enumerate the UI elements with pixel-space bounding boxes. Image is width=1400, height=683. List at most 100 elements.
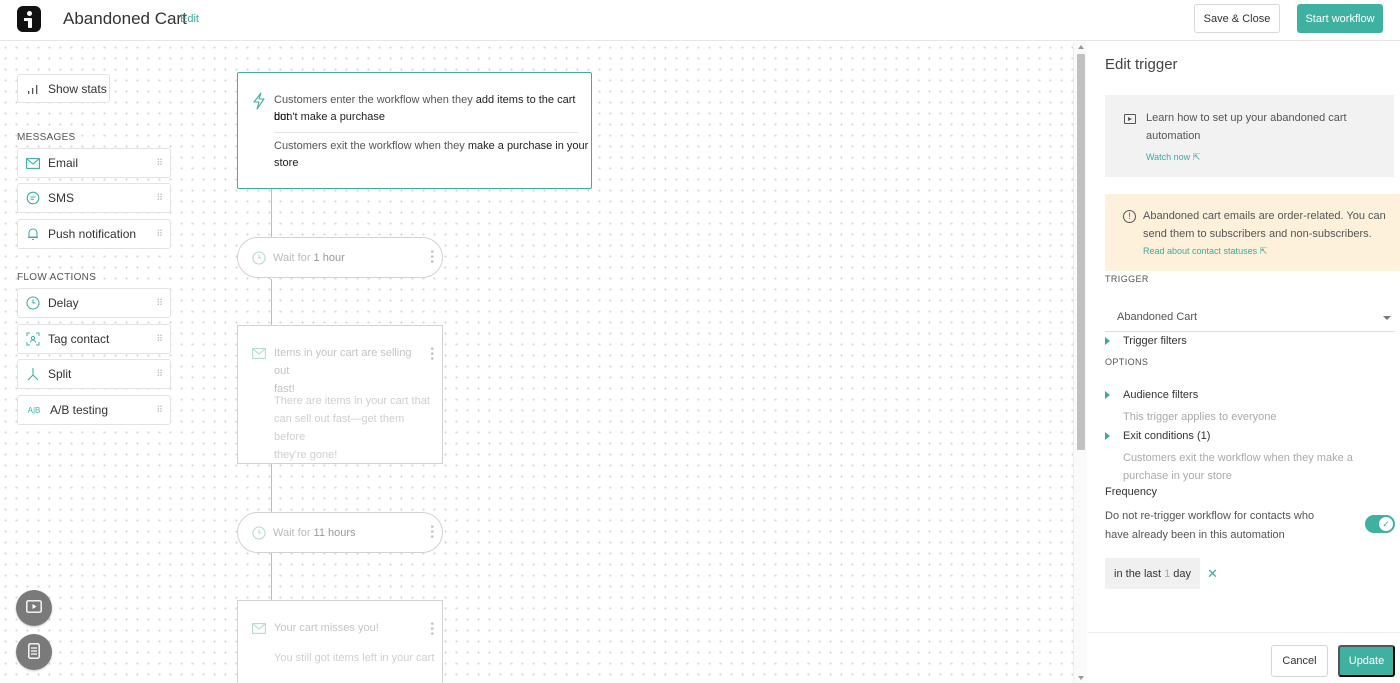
video-tutorial-button[interactable] <box>16 590 52 626</box>
trigger-select-value: Abandoned Cart <box>1117 311 1198 323</box>
palette-sms[interactable]: SMS ⠿ <box>17 183 171 213</box>
show-stats-button[interactable]: Show stats <box>17 74 110 103</box>
palette-push-notification[interactable]: Push notification ⠿ <box>17 219 171 249</box>
trigger-select[interactable]: Abandoned Cart <box>1105 304 1395 332</box>
frequency-toggle[interactable]: ✓ <box>1365 515 1395 533</box>
chevron-down-icon <box>1383 316 1391 320</box>
audience-filters-label: Audience filters <box>1123 389 1199 401</box>
split-icon <box>26 367 40 381</box>
flow-connector <box>271 189 272 238</box>
wait-step-label: Wait for 11 hours <box>273 526 356 539</box>
trigger-card[interactable]: Customers enter the workflow when they a… <box>237 72 592 189</box>
drag-handle-icon[interactable]: ⠿ <box>156 334 164 345</box>
edit-title-link[interactable]: Edit <box>180 13 199 25</box>
lightning-icon <box>252 92 266 110</box>
email-step[interactable]: Your cart misses you! You still got item… <box>237 600 443 683</box>
workflow-title: Abandoned Cart <box>63 9 187 28</box>
bar-chart-icon <box>26 82 40 96</box>
edit-trigger-panel: Edit trigger Learn how to set up your ab… <box>1088 42 1400 683</box>
palette-push-label: Push notification <box>48 227 137 241</box>
scroll-up-arrow-icon[interactable] <box>1078 45 1084 49</box>
palette-sms-label: SMS <box>48 191 75 205</box>
clock-icon <box>252 525 266 540</box>
bell-icon <box>26 227 40 241</box>
email-step[interactable]: Items in your cart are selling out fast!… <box>237 325 443 464</box>
palette-ab-label: A/B testing <box>50 403 109 417</box>
flow-actions-heading: FLOW ACTIONS <box>17 272 97 283</box>
tutorial-text: Learn how to set up your abandoned cart … <box>1146 112 1347 142</box>
expand-arrow-icon <box>1105 432 1110 440</box>
envelope-icon <box>252 623 266 635</box>
palette-tag-contact[interactable]: Tag contact ⠿ <box>17 324 171 354</box>
expand-arrow-icon <box>1105 391 1110 399</box>
trigger-filters-toggle[interactable]: Trigger filters <box>1105 335 1187 347</box>
info-icon: ! <box>1123 210 1136 223</box>
external-link-icon: ⇱ <box>1259 246 1268 256</box>
close-icon[interactable]: ✕ <box>1207 566 1218 582</box>
video-icon <box>1124 114 1136 124</box>
tutorial-info-box: Learn how to set up your abandoned cart … <box>1105 95 1394 177</box>
wait-step-label: Wait for 1 hour <box>273 251 345 264</box>
frequency-period-chip[interactable]: in the last 1 day <box>1105 558 1200 589</box>
scroll-down-arrow-icon[interactable] <box>1078 676 1084 680</box>
app-logo[interactable] <box>17 6 41 32</box>
palette-email[interactable]: Email ⠿ <box>17 148 171 178</box>
email-preview: There are items in your cart that can se… <box>274 395 430 461</box>
flow-connector <box>271 464 272 512</box>
drag-handle-icon[interactable]: ⠿ <box>156 193 164 204</box>
palette-split[interactable]: Split ⠿ <box>17 359 171 389</box>
audience-filters-toggle[interactable]: Audience filters <box>1105 389 1198 401</box>
trigger-exit-text-cont: store <box>274 157 299 169</box>
canvas-scrollbar[interactable] <box>1073 42 1087 683</box>
update-button[interactable]: Update <box>1338 645 1395 677</box>
frequency-description: Do not re-trigger workflow for contacts … <box>1105 510 1315 541</box>
email-subject: Your cart misses you! <box>274 622 379 634</box>
drag-handle-icon[interactable]: ⠿ <box>156 369 164 380</box>
palette-email-label: Email <box>48 156 79 170</box>
drag-handle-icon[interactable]: ⠿ <box>156 158 164 169</box>
palette-tag-label: Tag contact <box>48 332 110 346</box>
cancel-button[interactable]: Cancel <box>1271 645 1328 677</box>
contact-statuses-link[interactable]: Read about contact statuses ⇱ <box>1143 246 1267 257</box>
email-preview: You still got items left in your cart <box>274 652 435 664</box>
frequency-title: Frequency <box>1105 486 1157 498</box>
options-label: OPTIONS <box>1105 357 1149 367</box>
document-icon <box>28 642 40 662</box>
clock-icon <box>252 250 266 265</box>
more-menu-icon[interactable]: • • • <box>430 345 434 365</box>
panel-footer-divider <box>1088 632 1400 633</box>
trigger-filters-label: Trigger filters <box>1123 335 1187 347</box>
palette-delay[interactable]: Delay ⠿ <box>17 288 171 318</box>
exit-conditions-toggle[interactable]: Exit conditions (1) <box>1105 430 1210 442</box>
trigger-label: TRIGGER <box>1105 274 1149 284</box>
drag-handle-icon[interactable]: ⠿ <box>156 229 164 240</box>
save-close-button[interactable]: Save & Close <box>1194 4 1280 33</box>
wait-step[interactable]: Wait for 11 hours • • • <box>237 512 443 553</box>
order-related-warning: ! Abandoned cart emails are order-relate… <box>1105 194 1400 271</box>
trigger-enter-text-cont: don't make a purchase <box>274 111 385 123</box>
audience-description: This trigger applies to everyone <box>1123 411 1277 423</box>
palette-ab-testing[interactable]: A|B A/B testing ⠿ <box>17 395 171 425</box>
top-bar: Abandoned Cart Edit Save & Close Start w… <box>0 0 1400 41</box>
external-link-icon: ⇱ <box>1192 152 1201 162</box>
drag-handle-icon[interactable]: ⠿ <box>156 405 164 416</box>
trigger-exit-text: Customers exit the workflow when they ma… <box>274 140 589 152</box>
watch-now-link[interactable]: Watch now ⇱ <box>1146 152 1200 163</box>
workflow-canvas[interactable]: Show stats MESSAGES Email ⠿ SMS ⠿ Push n… <box>0 42 1073 683</box>
more-menu-icon[interactable]: • • • <box>430 523 434 543</box>
more-menu-icon[interactable]: • • • <box>430 248 434 268</box>
notes-button[interactable] <box>16 634 52 670</box>
palette-split-label: Split <box>48 367 72 381</box>
panel-title: Edit trigger <box>1105 56 1178 73</box>
tag-icon <box>26 332 40 346</box>
start-workflow-button[interactable]: Start workflow <box>1297 4 1383 33</box>
clock-icon <box>26 296 40 310</box>
envelope-icon <box>252 348 266 360</box>
more-menu-icon[interactable]: • • • <box>430 620 434 640</box>
flow-connector <box>271 279 272 326</box>
wait-step[interactable]: Wait for 1 hour • • • <box>237 237 443 278</box>
play-icon <box>26 600 42 616</box>
drag-handle-icon[interactable]: ⠿ <box>156 298 164 309</box>
scroll-thumb[interactable] <box>1077 54 1085 450</box>
email-subject: Items in your cart are selling out fast! <box>274 347 412 395</box>
